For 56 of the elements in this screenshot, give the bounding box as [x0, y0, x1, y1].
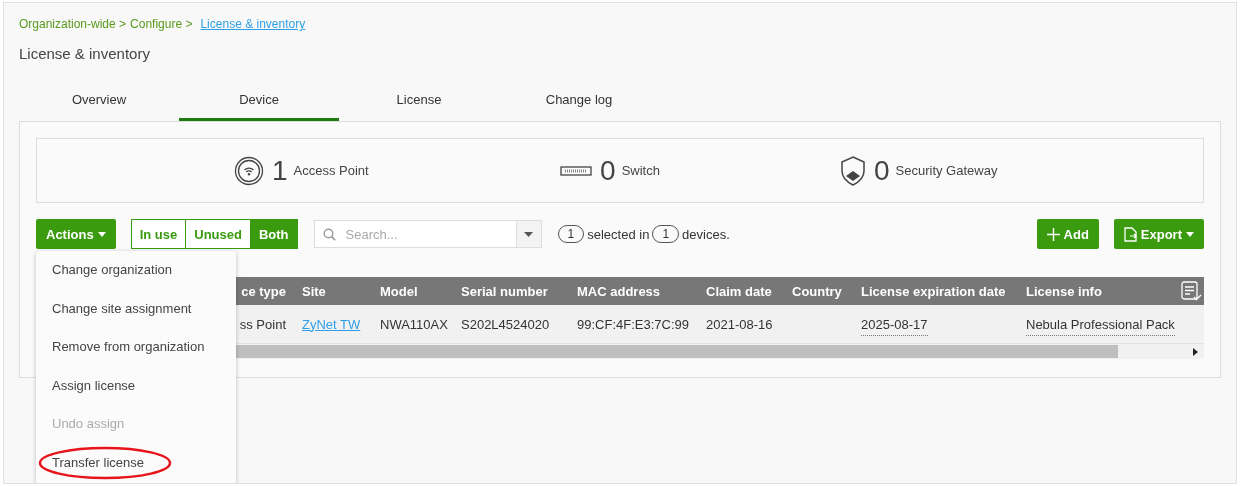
- column-header: License expiration date: [861, 283, 1006, 299]
- scroll-right-icon[interactable]: [1193, 347, 1198, 356]
- access-point-icon: [233, 155, 264, 186]
- table-cell: S202L4524020: [461, 316, 550, 332]
- filter-toggle[interactable]: Unused: [185, 219, 251, 249]
- table-cell: 2021-08-16: [706, 316, 773, 332]
- table-cell: NWA110AX: [380, 316, 448, 332]
- caret-icon: [1186, 231, 1194, 237]
- column-header: Serial number: [461, 283, 548, 299]
- menu-item[interactable]: Change organization: [36, 253, 236, 292]
- search-input[interactable]: Search...: [343, 225, 516, 243]
- tab[interactable]: License: [339, 83, 499, 121]
- dropdown-arrow-icon: [524, 231, 534, 237]
- plus-icon: [1046, 227, 1060, 241]
- add-button[interactable]: Add: [1036, 219, 1099, 249]
- export-button[interactable]: Export: [1113, 219, 1204, 249]
- device-type-label: Access Point: [293, 163, 369, 178]
- column-settings-icon[interactable]: [1180, 280, 1202, 302]
- caret-icon: [97, 231, 106, 237]
- device-type-label: Security Gateway: [895, 163, 998, 178]
- document-icon: [1123, 226, 1137, 242]
- column-header: License info: [1026, 283, 1102, 299]
- selection-text: devices.: [682, 226, 730, 242]
- filter-toggle[interactable]: In use: [130, 219, 187, 249]
- device-count: 0: [873, 154, 890, 187]
- tab[interactable]: Change log: [499, 83, 659, 121]
- filter-toggle[interactable]: Both: [249, 219, 298, 249]
- table-cell: 2025-08-17: [861, 316, 928, 336]
- menu-item[interactable]: Assign license: [36, 368, 236, 408]
- device-type-label: Switch: [621, 163, 660, 178]
- switch-icon: [560, 164, 593, 177]
- breadcrumb-link[interactable]: Organization-wide >: [19, 17, 127, 31]
- table-cell: Nebula Professional Pack: [1026, 316, 1175, 336]
- page-title: License & inventory: [19, 45, 151, 62]
- table-cell: ss Point: [239, 316, 286, 332]
- menu-item[interactable]: Change site assignment: [36, 291, 236, 331]
- table-cell: 99:CF:4F:E3:7C:99: [577, 316, 689, 332]
- tab[interactable]: Overview: [19, 83, 179, 121]
- column-header: Model: [380, 283, 418, 299]
- selection-text: selected in: [587, 226, 650, 242]
- column-header: MAC address: [577, 283, 661, 299]
- column-header: ce type: [241, 283, 286, 299]
- shield-icon: [839, 155, 866, 186]
- menu-item[interactable]: Transfer license: [36, 445, 236, 483]
- device-count: 1: [271, 154, 288, 187]
- column-header: Claim date: [706, 283, 772, 299]
- search-field[interactable]: Search...: [313, 220, 542, 248]
- column-header: Site: [302, 283, 326, 299]
- actions-button[interactable]: Actions: [36, 219, 116, 249]
- breadcrumb-current[interactable]: License & inventory: [200, 17, 306, 31]
- breadcrumb-link[interactable]: Configure >: [130, 17, 193, 31]
- search-icon: [322, 227, 336, 241]
- menu-item[interactable]: Remove from organization: [36, 330, 236, 369]
- column-header: Country: [792, 283, 842, 299]
- device-count: 0: [600, 154, 616, 187]
- site-link[interactable]: ZyNet TW: [302, 316, 361, 332]
